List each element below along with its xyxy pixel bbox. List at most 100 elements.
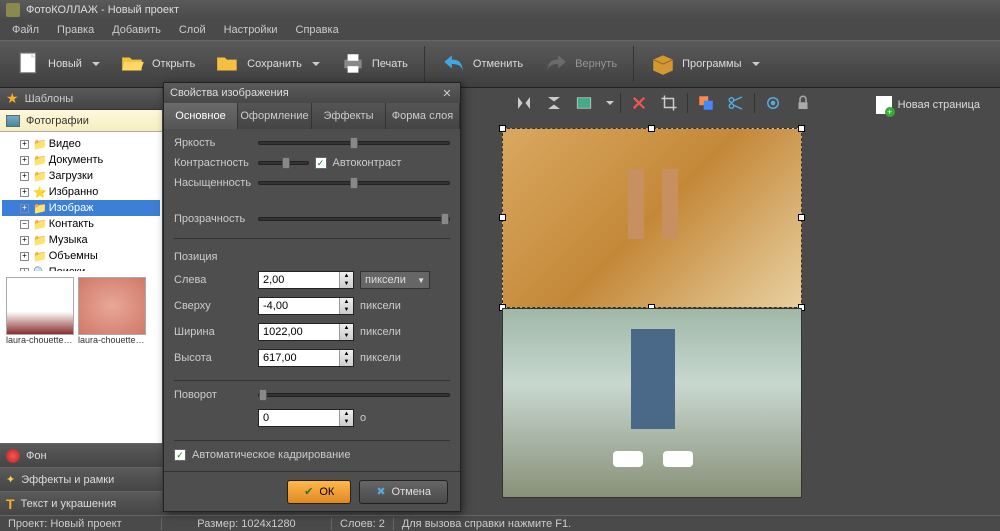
opacity-label: Прозрачность (174, 213, 252, 225)
window-title: ФотоКОЛЛАЖ - Новый проект (26, 4, 179, 16)
titlebar: ФотоКОЛЛАЖ - Новый проект (0, 0, 1000, 20)
top-input[interactable]: -4,00▲▼ (258, 297, 354, 315)
opacity-slider[interactable] (258, 217, 450, 221)
menu-layer[interactable]: Слой (171, 21, 214, 39)
crop-icon[interactable] (657, 91, 681, 115)
menu-add[interactable]: Добавить (104, 21, 169, 39)
tree-item-search[interactable]: +🔍Поиски (2, 264, 160, 271)
accordion-text[interactable]: TТекст и украшения (0, 491, 162, 515)
main-toolbar: Новый Открыть Сохранить Печать Отменить … (0, 40, 1000, 88)
tab-effects[interactable]: Эффекты (312, 103, 386, 129)
contrast-label: Контрастность (174, 157, 252, 169)
accordion-background[interactable]: Фон (0, 443, 162, 467)
chevron-down-icon (312, 62, 320, 66)
delete-icon[interactable] (627, 91, 651, 115)
toolbar-separator (424, 46, 425, 82)
saturation-slider[interactable] (258, 181, 450, 185)
chevron-down-icon[interactable] (606, 101, 614, 105)
close-icon[interactable]: ✕ (440, 86, 454, 100)
unit-select[interactable]: пиксели▼ (360, 271, 430, 289)
canvas-image-2[interactable] (502, 308, 802, 498)
dialog-titlebar[interactable]: Свойства изображения ✕ (164, 83, 460, 103)
x-icon: ✖ (376, 485, 385, 498)
image-properties-dialog: Свойства изображения ✕ Основное Оформлен… (163, 82, 461, 512)
menu-settings[interactable]: Настройки (216, 21, 286, 39)
app-logo-icon (6, 3, 20, 17)
toolbar-separator (633, 46, 634, 82)
new-button[interactable]: Новый (8, 47, 108, 81)
gear-icon[interactable] (761, 91, 785, 115)
autocontrast-checkbox[interactable]: ✓ (315, 157, 327, 169)
save-icon (215, 51, 241, 77)
autocrop-checkbox[interactable]: ✓ (174, 449, 186, 461)
canvas[interactable] (502, 128, 802, 498)
menubar: Файл Правка Добавить Слой Настройки Спра… (0, 20, 1000, 40)
rotation-label: Поворот (174, 389, 252, 401)
save-button[interactable]: Сохранить (207, 47, 328, 81)
tree-item-volume[interactable]: +📁Объемны (2, 248, 160, 264)
box-icon (650, 51, 676, 77)
undo-arrow-icon (441, 51, 467, 77)
tree-item-downloads[interactable]: +📁Загрузки (2, 168, 160, 184)
chevron-down-icon (92, 62, 100, 66)
width-input[interactable]: 1022,00▲▼ (258, 323, 354, 341)
flip-v-icon[interactable] (542, 91, 566, 115)
rotation-input[interactable]: 0▲▼ (258, 409, 354, 427)
templates-header[interactable]: ★ Шаблоны (0, 88, 162, 110)
chevron-down-icon (752, 62, 760, 66)
statusbar: Проект: Новый проект Размер: 1024x1280 С… (0, 515, 1000, 531)
programs-button[interactable]: Программы (642, 47, 767, 81)
tree-item-music[interactable]: +📁Музыка (2, 232, 160, 248)
text-icon: T (6, 496, 15, 512)
new-file-icon (16, 51, 42, 77)
open-button[interactable]: Открыть (112, 47, 203, 81)
thumbnail-grid: laura-chouette-KA... laura-chouette-... … (0, 271, 162, 443)
thumbnail-item[interactable]: laura-chouette-... K... (78, 277, 146, 345)
tree-item-contacts[interactable]: −📁Контакть (2, 216, 160, 232)
photo-icon (6, 115, 20, 127)
height-input[interactable]: 617,00▲▼ (258, 349, 354, 367)
brightness-slider[interactable] (258, 141, 450, 145)
left-panel: ★ Шаблоны Фотографии +📁Видео +📁Документь… (0, 88, 162, 515)
position-label: Позиция (174, 251, 450, 263)
thumbnail-item[interactable]: laura-chouette-KA... (6, 277, 74, 345)
scissors-icon[interactable] (724, 91, 748, 115)
saturation-label: Насыщенность (174, 177, 252, 189)
photos-tab[interactable]: Фотографии (0, 110, 162, 132)
ok-button[interactable]: ✔ОК (287, 480, 351, 504)
tree-item-favorites[interactable]: +⭐Избранно (2, 184, 160, 200)
rotation-slider[interactable] (258, 393, 450, 397)
image-icon[interactable] (572, 91, 596, 115)
folder-tree[interactable]: +📁Видео +📁Документь +📁Загрузки +⭐Избранн… (0, 132, 162, 271)
lock-icon[interactable] (791, 91, 815, 115)
redo-arrow-icon (543, 51, 569, 77)
menu-file[interactable]: Файл (4, 21, 47, 39)
wand-icon: ✦ (6, 473, 15, 486)
layers-icon[interactable] (694, 91, 718, 115)
sphere-icon (6, 449, 20, 463)
brightness-label: Яркость (174, 137, 252, 149)
left-input[interactable]: 2,00▲▼ (258, 271, 354, 289)
cancel-button[interactable]: ✖Отмена (359, 480, 448, 504)
contrast-slider[interactable] (258, 161, 309, 165)
tree-item-documents[interactable]: +📁Документь (2, 152, 160, 168)
accordion-effects[interactable]: ✦Эффекты и рамки (0, 467, 162, 491)
star-icon: ★ (6, 90, 19, 107)
redo-button[interactable]: Вернуть (535, 47, 625, 81)
menu-edit[interactable]: Правка (49, 21, 102, 39)
printer-icon (340, 51, 366, 77)
menu-help[interactable]: Справка (288, 21, 347, 39)
check-icon: ✔ (304, 485, 313, 498)
flip-h-icon[interactable] (512, 91, 536, 115)
tab-style[interactable]: Оформление (238, 103, 312, 129)
undo-button[interactable]: Отменить (433, 47, 531, 81)
print-button[interactable]: Печать (332, 47, 416, 81)
plus-page-icon: + (876, 96, 892, 114)
tab-shape[interactable]: Форма слоя (386, 103, 460, 129)
canvas-image-1[interactable] (502, 128, 802, 308)
tab-main[interactable]: Основное (164, 103, 238, 129)
tree-item-images[interactable]: +📁Изображ (2, 200, 160, 216)
new-page-button[interactable]: + Новая страница (866, 92, 990, 118)
tree-item-video[interactable]: +📁Видео (2, 136, 160, 152)
folder-open-icon (120, 51, 146, 77)
